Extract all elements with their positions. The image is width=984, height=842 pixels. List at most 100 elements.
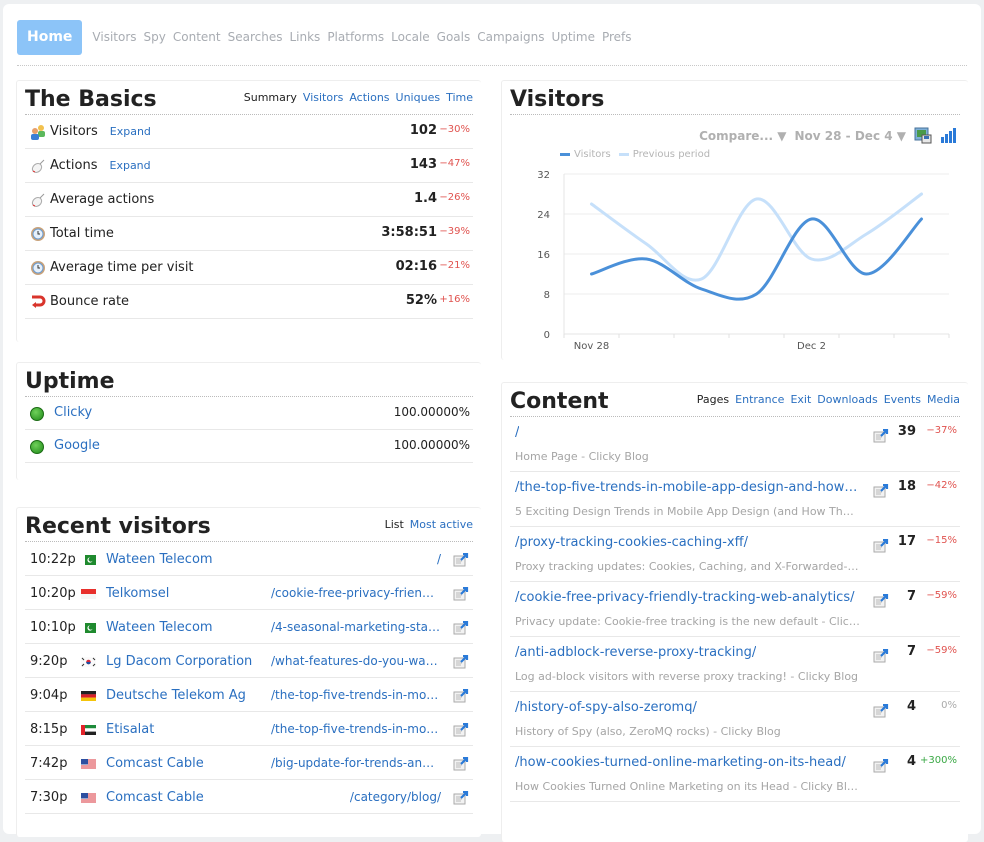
visit-time: 9:04p: [30, 688, 67, 703]
external-link-icon[interactable]: [453, 689, 469, 703]
uptime-monitor-link[interactable]: Clicky: [54, 405, 92, 420]
basics-tabs: Summary Visitors Actions Uniques Time: [244, 91, 473, 104]
external-link-icon[interactable]: [873, 484, 889, 498]
recent-visitor-row: 9:04p Deutsche Telekom Ag/the-top-five-tr…: [25, 678, 473, 712]
nav-visitors[interactable]: Visitors: [92, 30, 136, 44]
visit-time: 7:30p: [30, 790, 67, 805]
tab-uniques[interactable]: Uniques: [396, 91, 441, 104]
external-link-icon[interactable]: [873, 759, 889, 773]
uptime-monitor-link[interactable]: Google: [54, 438, 100, 453]
basics-value: 3:58:51: [381, 225, 437, 240]
content-change: −42%: [926, 480, 957, 491]
visitors-icon: [30, 124, 46, 140]
nav-locale[interactable]: Locale: [391, 30, 429, 44]
external-link-icon[interactable]: [873, 704, 889, 718]
nav-platforms[interactable]: Platforms: [327, 30, 384, 44]
external-link-icon[interactable]: [873, 649, 889, 663]
content-row: /the-top-five-trends-in-mobile-app-desig…: [510, 472, 960, 527]
nav-home[interactable]: Home: [17, 20, 82, 55]
y-tick-label: 32: [537, 170, 550, 181]
content-count: 17: [898, 534, 916, 549]
visitor-org-link[interactable]: Lg Dacom Corporation: [106, 654, 252, 669]
visitor-org-link[interactable]: Comcast Cable: [106, 756, 204, 771]
content-page-link[interactable]: /history-of-spy-also-zeromq/: [515, 700, 697, 715]
external-link-icon[interactable]: [453, 757, 469, 771]
tab-visitors[interactable]: Visitors: [303, 91, 343, 104]
basics-row-total-time: Total time 3:58:51 −39%: [25, 217, 473, 251]
nav-spy[interactable]: Spy: [144, 30, 166, 44]
recent-visitor-row: 10:10pWateen Telecom/4-seasonal-marketin…: [25, 610, 473, 644]
flag-ae-icon: [81, 724, 96, 734]
nav-goals[interactable]: Goals: [437, 30, 471, 44]
external-link-icon[interactable]: [453, 553, 469, 567]
recent-visitors-title: Recent visitors: [25, 514, 211, 539]
visitor-page-link[interactable]: /the-top-five-trends-in-mob...: [271, 688, 441, 702]
visitor-org-link[interactable]: Wateen Telecom: [106, 552, 213, 567]
visitor-org-link[interactable]: Telkomsel: [106, 586, 169, 601]
basics-change: −21%: [439, 260, 470, 271]
tab-actions[interactable]: Actions: [349, 91, 389, 104]
visitor-org-link[interactable]: Etisalat: [106, 722, 154, 737]
tab-media[interactable]: Media: [927, 393, 960, 406]
content-page-title: History of Spy (also, ZeroMQ rocks) - Cl…: [515, 725, 781, 738]
content-page-link[interactable]: /proxy-tracking-cookies-caching-xff/: [515, 535, 748, 550]
visitor-page-link[interactable]: /big-update-for-trends-and-...: [271, 756, 441, 770]
visitor-page-link[interactable]: /4-seasonal-marketing-stats...: [271, 620, 441, 634]
series-line-previous-period: [592, 194, 922, 280]
external-link-icon[interactable]: [453, 621, 469, 635]
basics-value: 52%: [406, 293, 437, 308]
recent-visitor-row: 10:22pWateen Telecom/: [25, 542, 473, 576]
tab-most-active[interactable]: Most active: [410, 518, 473, 531]
y-tick-label: 8: [544, 290, 550, 301]
external-link-icon[interactable]: [453, 791, 469, 805]
nav-searches[interactable]: Searches: [228, 30, 283, 44]
nav-uptime[interactable]: Uptime: [551, 30, 595, 44]
external-link-icon[interactable]: [453, 723, 469, 737]
tab-exit[interactable]: Exit: [790, 393, 811, 406]
external-link-icon[interactable]: [873, 594, 889, 608]
visitor-page-link[interactable]: /the-top-five-trends-in-mob...: [271, 722, 441, 736]
content-panel: Content Pages Entrance Exit Downloads Ev…: [501, 382, 968, 842]
basics-row-avg-time: Average time per visit 02:16 −21%: [25, 251, 473, 285]
external-link-icon[interactable]: [873, 539, 889, 553]
content-page-link[interactable]: /cookie-free-privacy-friendly-tracking-w…: [515, 590, 855, 605]
nav-links[interactable]: Links: [289, 30, 320, 44]
visitor-org-link[interactable]: Wateen Telecom: [106, 620, 213, 635]
content-page-link[interactable]: /how-cookies-turned-online-marketing-on-…: [515, 755, 846, 770]
tab-time[interactable]: Time: [446, 91, 473, 104]
content-count: 18: [898, 479, 916, 494]
tab-pages[interactable]: Pages: [697, 393, 729, 406]
basics-label: Visitors: [50, 124, 98, 139]
expand-visitors-link[interactable]: Expand: [110, 125, 151, 138]
tab-downloads[interactable]: Downloads: [817, 393, 877, 406]
external-link-icon[interactable]: [873, 429, 889, 443]
tab-entrance[interactable]: Entrance: [735, 393, 784, 406]
content-change: −59%: [926, 590, 957, 601]
uptime-percent: 100.00000%: [394, 405, 470, 419]
uptime-title: Uptime: [25, 369, 115, 394]
content-page-link[interactable]: /the-top-five-trends-in-mobile-app-desig…: [515, 480, 860, 495]
basics-label: Average time per visit: [50, 260, 194, 275]
basics-row-actions: ActionsExpand 143 −47%: [25, 149, 473, 183]
nav-prefs[interactable]: Prefs: [602, 30, 632, 44]
nav-campaigns[interactable]: Campaigns: [477, 30, 544, 44]
content-page-link[interactable]: /: [515, 425, 519, 440]
tab-summary[interactable]: Summary: [244, 91, 297, 104]
visit-time: 9:20p: [30, 654, 67, 669]
visitor-page-link[interactable]: /: [437, 552, 441, 566]
visitor-page-link[interactable]: /what-features-do-you-want/: [271, 654, 441, 668]
basics-row-visitors: VisitorsExpand 102 −30%: [25, 115, 473, 149]
visitor-org-link[interactable]: Deutsche Telekom Ag: [106, 688, 246, 703]
external-link-icon[interactable]: [453, 587, 469, 601]
visitor-page-link[interactable]: /category/blog/: [350, 790, 441, 804]
y-tick-label: 24: [537, 210, 550, 221]
expand-actions-link[interactable]: Expand: [110, 159, 151, 172]
tab-events[interactable]: Events: [884, 393, 921, 406]
external-link-icon[interactable]: [453, 655, 469, 669]
basics-panel: The Basics Summary Visitors Actions Uniq…: [16, 80, 481, 342]
content-page-link[interactable]: /anti-adblock-reverse-proxy-tracking/: [515, 645, 756, 660]
tab-list[interactable]: List: [385, 518, 404, 531]
visitor-page-link[interactable]: /cookie-free-privacy-friendl...: [271, 586, 441, 600]
nav-content[interactable]: Content: [173, 30, 221, 44]
visitor-org-link[interactable]: Comcast Cable: [106, 790, 204, 805]
